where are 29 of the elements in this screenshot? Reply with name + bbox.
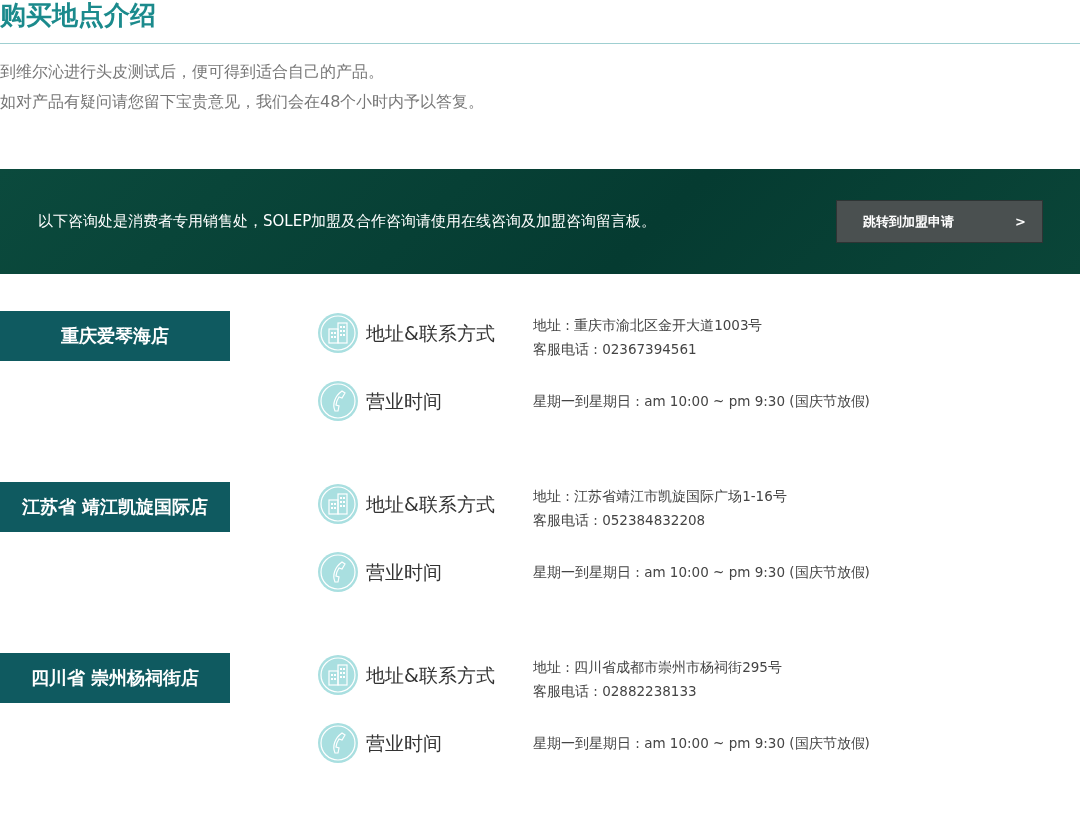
page-title: 购买地点介绍 (0, 0, 157, 30)
intro-text: 到维尔沁进行头皮测试后，便可得到适合自己的产品。 (0, 61, 385, 83)
building-icon (318, 655, 358, 695)
phone-icon (318, 723, 358, 763)
franchise-button[interactable]: 跳转到加盟申请 > (836, 200, 1043, 243)
hours-heading: 营业时间 (366, 731, 443, 756)
phone-text: 客服电话 : 02882238133 (533, 682, 698, 701)
address-text: 地址 : 江苏省靖江市凯旋国际广场1-16号 (533, 487, 787, 506)
address-text: 地址 : 重庆市渝北区金开大道1003号 (533, 316, 763, 335)
hours-heading: 营业时间 (366, 560, 443, 585)
banner-text: 以下咨询处是消费者专用销售处，SOLEP加盟及合作咨询请使用在线咨询及加盟咨询留言板。 (38, 212, 657, 231)
building-icon (318, 313, 358, 353)
address-text: 地址 : 四川省成都市崇州市杨祠街295号 (533, 658, 782, 677)
building-icon (318, 484, 358, 524)
store-name: 重庆爱琴海店 (0, 311, 230, 361)
hours-heading: 营业时间 (366, 389, 443, 414)
phone-icon (318, 552, 358, 592)
intro-text: 如对产品有疑问请您留下宝贵意见，我们会在48个小时内予以答复。 (0, 91, 486, 113)
phone-icon (318, 381, 358, 421)
hours-text: 星期一到星期日 : am 10:00 ~ pm 9:30 (国庆节放假) (533, 563, 870, 582)
contact-heading: 地址&联系方式 (366, 492, 496, 517)
phone-text: 客服电话 : 052384832208 (533, 511, 707, 530)
contact-heading: 地址&联系方式 (366, 663, 496, 688)
store-name: 四川省 崇州杨祠街店 (0, 653, 230, 703)
phone-text: 客服电话 : 02367394561 (533, 340, 698, 359)
contact-heading: 地址&联系方式 (366, 321, 496, 346)
hours-text: 星期一到星期日 : am 10:00 ~ pm 9:30 (国庆节放假) (533, 734, 870, 753)
store-name: 江苏省 靖江凯旋国际店 (0, 482, 230, 532)
hours-text: 星期一到星期日 : am 10:00 ~ pm 9:30 (国庆节放假) (533, 392, 870, 411)
